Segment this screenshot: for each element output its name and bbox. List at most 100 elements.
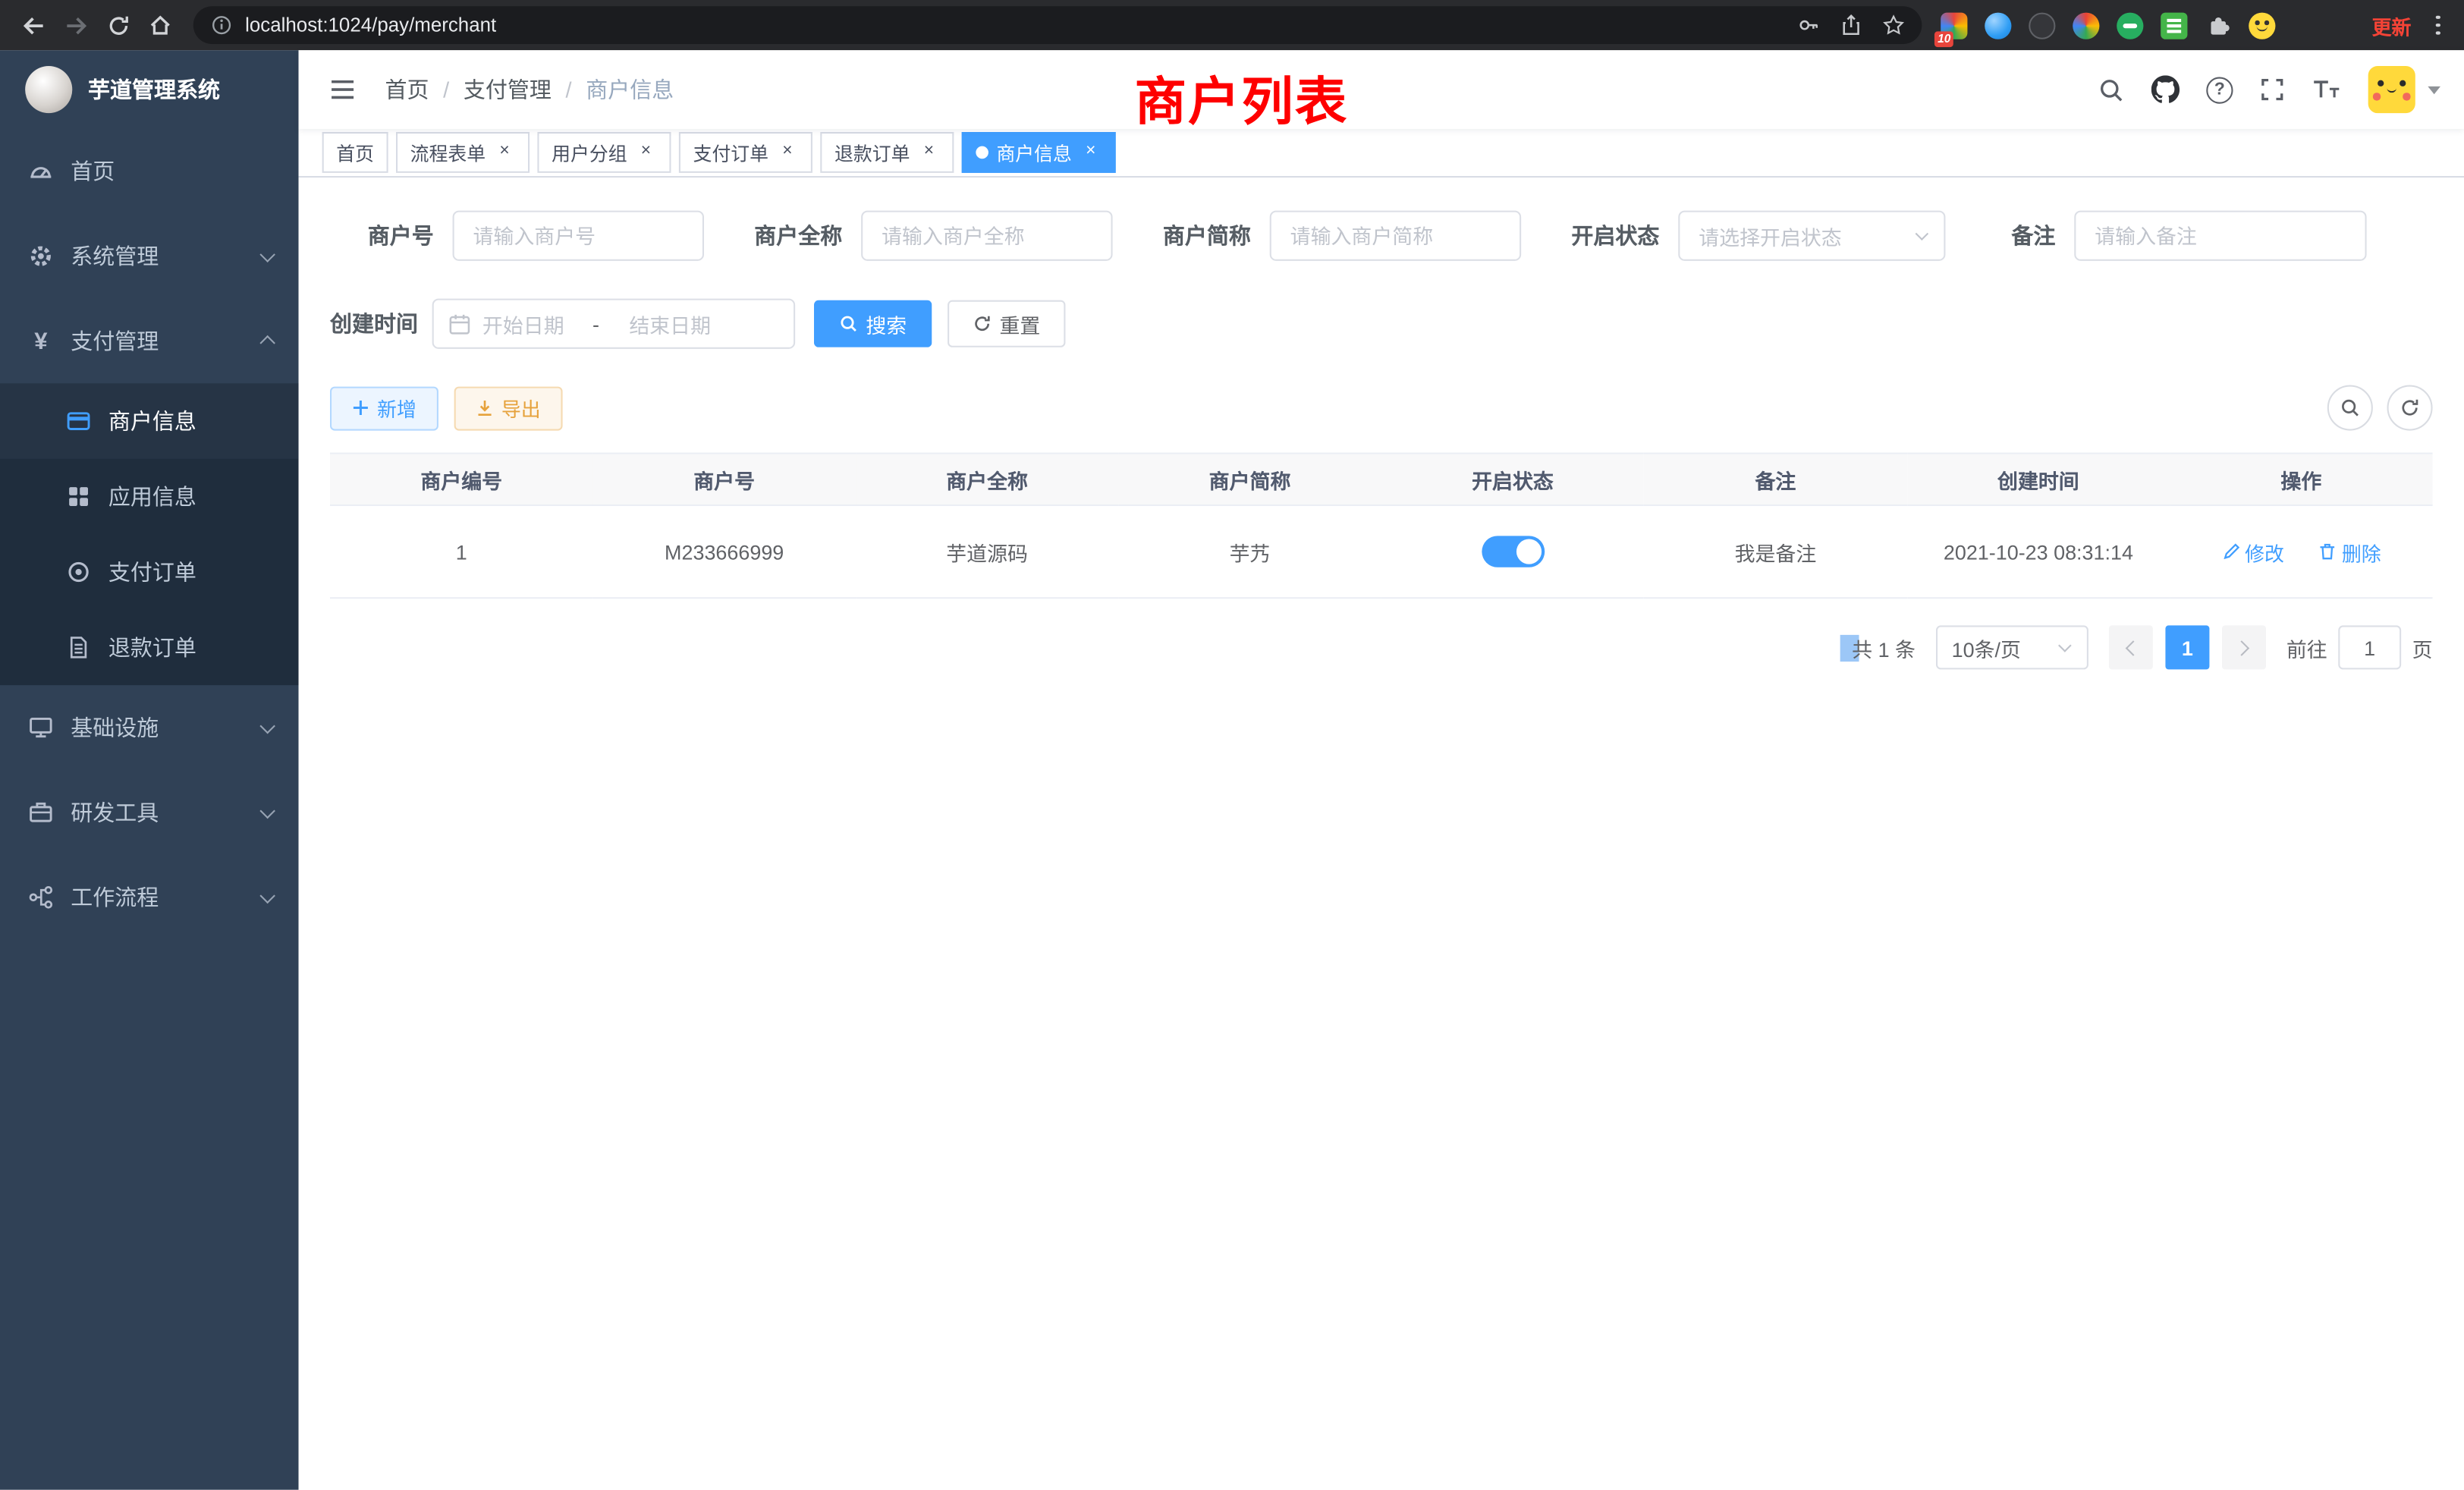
status-toggle[interactable] (1482, 536, 1545, 567)
chevron-right-icon (2234, 640, 2250, 655)
browser-update-button[interactable]: 更新 (2372, 10, 2412, 39)
date-start-placeholder[interactable]: 开始日期 (482, 309, 564, 338)
extension-icon-green-square[interactable] (2161, 12, 2187, 39)
tab-close-icon[interactable]: × (776, 141, 798, 163)
sidebar-item-pay-order[interactable]: 支付订单 (0, 534, 299, 609)
tab-close-icon[interactable]: × (635, 141, 657, 163)
date-range-picker[interactable]: 开始日期 - 结束日期 (432, 299, 796, 349)
search-button[interactable]: 搜索 (814, 300, 932, 347)
page-size-select[interactable]: 10条/页 (1936, 625, 2088, 669)
hamburger-icon[interactable] (322, 71, 363, 108)
sidebar-item-dev-tools[interactable]: 研发工具 (0, 770, 299, 855)
sidebar-item-system[interactable]: 系统管理 (0, 214, 299, 299)
browser-reload-button[interactable] (99, 6, 137, 44)
tab-close-icon[interactable]: × (493, 141, 515, 163)
font-size-icon[interactable] (2312, 77, 2341, 102)
help-icon[interactable]: ? (2206, 76, 2233, 102)
add-button[interactable]: 新增 (330, 386, 438, 430)
goto-page: 前往 页 (2286, 625, 2433, 669)
avatar-caret-icon[interactable] (2428, 86, 2440, 93)
share-icon[interactable] (1840, 14, 1862, 36)
sidebar-item-label: 支付管理 (71, 325, 159, 357)
tab-user-group[interactable]: 用户分组 × (537, 132, 671, 173)
date-end-placeholder[interactable]: 结束日期 (629, 309, 711, 338)
site-info-icon[interactable] (211, 14, 233, 36)
edit-link[interactable]: 修改 (2221, 536, 2284, 566)
status-select[interactable]: 请选择开启状态 (1678, 211, 1945, 261)
browser-back-button[interactable] (14, 6, 52, 44)
breadcrumb-item-payment[interactable]: 支付管理 (464, 74, 552, 105)
github-icon[interactable] (2151, 75, 2180, 103)
short-name-label: 商户简称 (1147, 220, 1251, 251)
extension-icon-blue[interactable] (1985, 12, 2011, 39)
cell-full-name: 芋道源码 (856, 505, 1118, 598)
status-select-placeholder: 请选择开启状态 (1699, 221, 1842, 250)
home-icon (148, 13, 173, 38)
delete-link[interactable]: 删除 (2318, 536, 2381, 566)
merchant-no-input[interactable] (453, 211, 704, 261)
delete-link-label: 删除 (2342, 536, 2381, 566)
reset-button[interactable]: 重置 (948, 300, 1065, 347)
sidebar-item-workflow[interactable]: 工作流程 (0, 855, 299, 940)
extension-icon-green-circle[interactable] (2117, 12, 2143, 39)
extension-icon-colorful[interactable]: 10 (1941, 12, 1967, 39)
short-name-input[interactable] (1270, 211, 1521, 261)
browser-profile-avatar[interactable] (2249, 12, 2275, 39)
breadcrumb: 首页 / 支付管理 / 商户信息 (385, 74, 674, 105)
col-remark: 备注 (1644, 454, 1906, 505)
bookmark-star-icon[interactable] (1883, 14, 1905, 36)
filter-short-name: 商户简称 (1147, 211, 1521, 261)
url-text[interactable]: localhost:1024/pay/merchant (245, 14, 496, 36)
tab-process-form[interactable]: 流程表单 × (396, 132, 530, 173)
goto-page-input[interactable] (2338, 625, 2401, 669)
tab-label: 退款订单 (834, 139, 910, 165)
add-button-label: 新增 (377, 393, 416, 423)
browser-menu-icon[interactable] (2430, 9, 2447, 42)
sidebar-item-payment[interactable]: ¥ 支付管理 (0, 299, 299, 384)
sidebar-item-home[interactable]: 首页 (0, 129, 299, 214)
refresh-icon (2400, 398, 2420, 418)
tab-merchant-info[interactable]: 商户信息 × (962, 132, 1116, 173)
password-key-icon[interactable] (1798, 14, 1820, 36)
chevron-down-icon (1916, 227, 1929, 240)
browser-forward-button[interactable] (57, 6, 95, 44)
tab-close-icon[interactable]: × (918, 141, 940, 163)
sidebar-item-refund-order[interactable]: 退款订单 (0, 610, 299, 685)
filter-row-1: 商户号 商户全称 商户简称 开启状态 请选择开启状态 (330, 211, 2433, 261)
prev-page-button[interactable] (2109, 625, 2153, 669)
sidebar-item-label: 系统管理 (71, 240, 159, 272)
pencil-icon (2221, 542, 2240, 561)
fullscreen-icon[interactable] (2260, 77, 2285, 102)
navbar: 首页 / 支付管理 / 商户信息 商户列表 ? (299, 50, 2464, 129)
extensions-puzzle-icon[interactable] (2205, 12, 2231, 39)
created-time-label: 创建时间 (330, 308, 420, 339)
refresh-table-button[interactable] (2387, 385, 2433, 431)
address-bar[interactable]: localhost:1024/pay/merchant (193, 6, 1922, 44)
sidebar-item-label: 基础设施 (71, 712, 159, 743)
remark-input[interactable] (2074, 211, 2366, 261)
screen: localhost:1024/pay/merchant 10 (0, 0, 2464, 1490)
export-button[interactable]: 导出 (454, 386, 563, 430)
tab-close-icon[interactable]: × (1080, 141, 1102, 163)
browser-home-button[interactable] (141, 6, 179, 44)
toggle-search-button[interactable] (2327, 385, 2373, 431)
tab-home[interactable]: 首页 (322, 132, 388, 173)
filter-status: 开启状态 请选择开启状态 (1556, 211, 1946, 261)
sidebar-item-infrastructure[interactable]: 基础设施 (0, 685, 299, 770)
calendar-icon (448, 312, 471, 335)
full-name-input[interactable] (861, 211, 1112, 261)
breadcrumb-item-home[interactable]: 首页 (385, 74, 429, 105)
page-1-button[interactable]: 1 (2165, 625, 2209, 669)
search-icon[interactable] (2098, 76, 2124, 102)
page-unit-label: 页 (2412, 633, 2433, 662)
sidebar-item-merchant-info[interactable]: 商户信息 (0, 383, 299, 458)
tab-refund-order[interactable]: 退款订单 × (820, 132, 954, 173)
breadcrumb-item-current: 商户信息 (586, 74, 674, 105)
extension-icon-dark[interactable] (2029, 12, 2055, 39)
sidebar-item-app-info[interactable]: 应用信息 (0, 459, 299, 534)
extension-icon-multicolor[interactable] (2073, 12, 2099, 39)
next-page-button[interactable] (2222, 625, 2266, 669)
navbar-right-icons: ? (2098, 66, 2440, 113)
tab-pay-order[interactable]: 支付订单 × (679, 132, 812, 173)
user-avatar[interactable] (2368, 66, 2415, 113)
